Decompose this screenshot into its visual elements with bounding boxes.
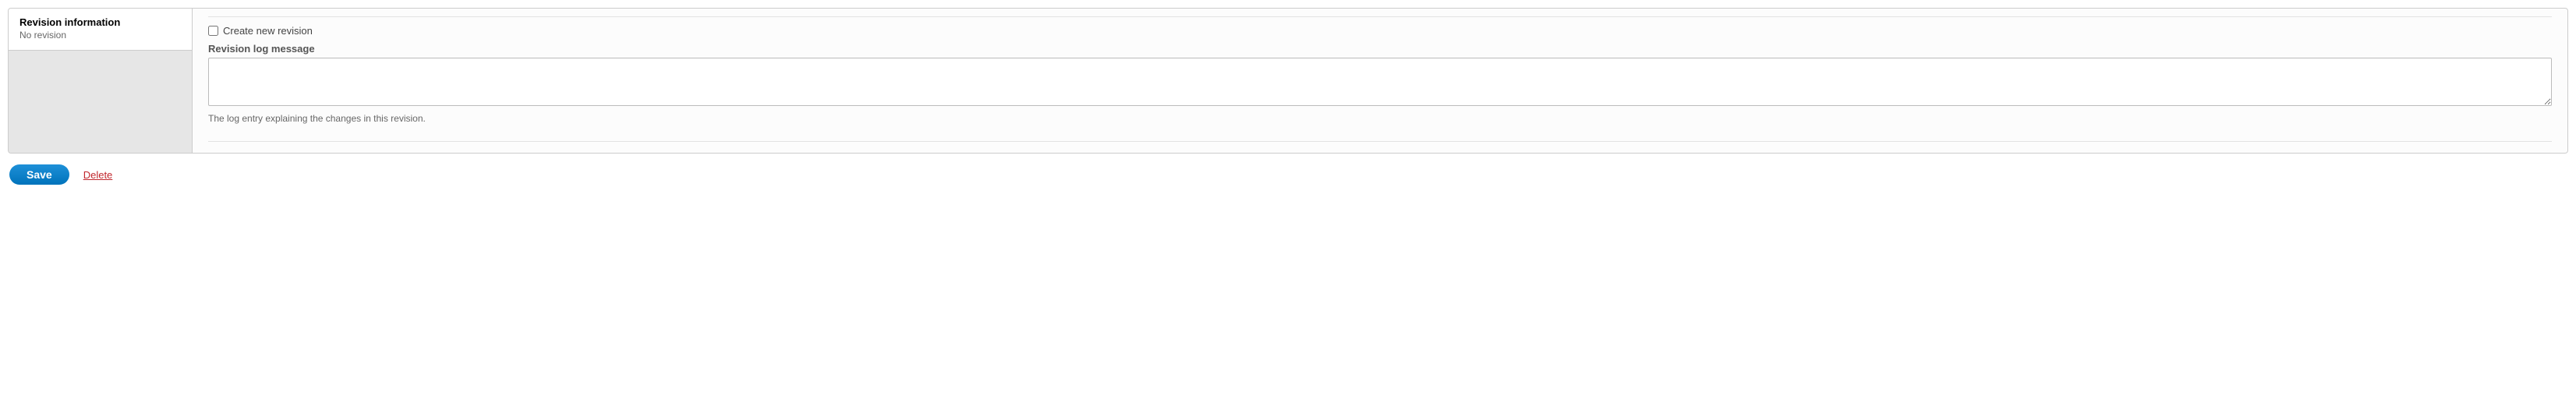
revision-log-label: Revision log message xyxy=(208,43,2552,55)
vertical-tabs-list: Revision information No revision xyxy=(9,9,193,153)
vertical-tabs-container: Revision information No revision Create … xyxy=(8,8,2568,154)
tab-summary: No revision xyxy=(19,30,181,41)
revision-pane: Create new revision Revision log message… xyxy=(208,16,2552,142)
form-actions: Save Delete xyxy=(8,164,2568,185)
revision-log-field: Revision log message The log entry expla… xyxy=(208,43,2552,124)
delete-link[interactable]: Delete xyxy=(83,169,113,181)
tab-title: Revision information xyxy=(19,16,181,28)
revision-log-textarea[interactable] xyxy=(208,58,2552,106)
create-new-revision-checkbox[interactable] xyxy=(208,26,218,36)
tab-revision-information[interactable]: Revision information No revision xyxy=(9,9,192,51)
create-new-revision-field: Create new revision xyxy=(208,25,2552,37)
create-new-revision-label[interactable]: Create new revision xyxy=(223,25,313,37)
vertical-tabs-pane: Create new revision Revision log message… xyxy=(193,9,2567,153)
revision-log-description: The log entry explaining the changes in … xyxy=(208,113,2552,124)
save-button[interactable]: Save xyxy=(9,164,69,185)
